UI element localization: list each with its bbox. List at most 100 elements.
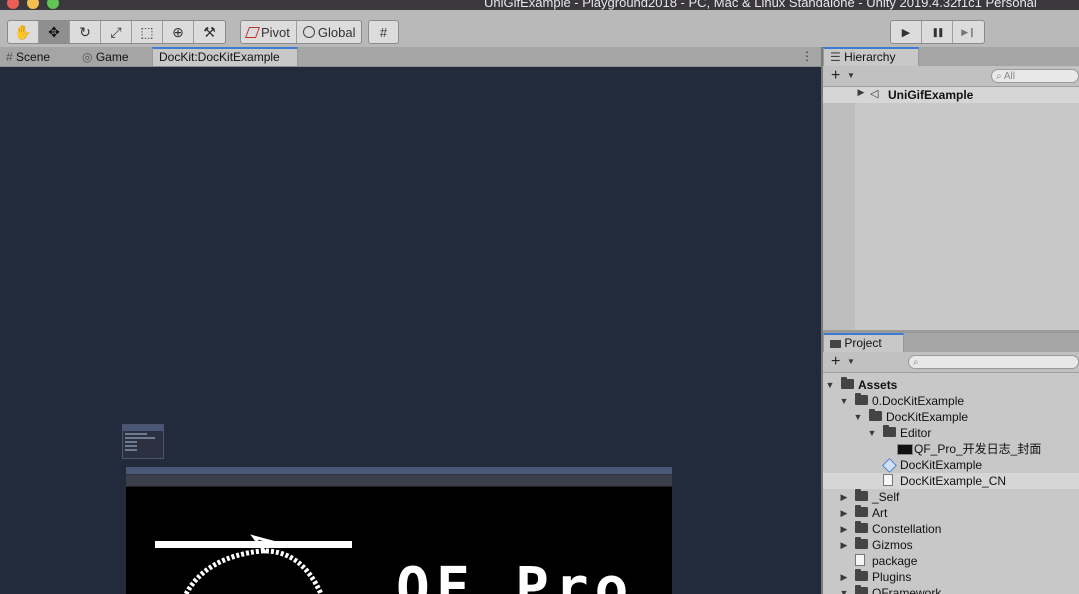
search-icon: ⌕ — [913, 357, 919, 368]
pivot-icon — [244, 26, 261, 38]
project-tree-label: DocKitExample — [886, 410, 969, 424]
rect-icon: ⬚ — [140, 23, 154, 40]
project-tree-row[interactable]: package — [823, 553, 1079, 569]
search-icon: ⌕ — [996, 71, 1002, 82]
expand-arrow-icon[interactable]: ▶ — [839, 569, 849, 585]
tab-game-label: Game — [95, 50, 129, 64]
mini-line — [125, 433, 147, 435]
project-tree-row[interactable]: ▶ Plugins — [823, 569, 1079, 585]
project-tree-row[interactable]: ▼ 0.DocKitExample — [823, 393, 1079, 409]
project-search-input[interactable]: ⌕ — [908, 355, 1079, 369]
project-tree-label: DocKitExample — [900, 458, 983, 472]
preview-window-subbar — [126, 475, 672, 487]
expand-arrow-icon[interactable]: ▶ — [839, 521, 849, 537]
hierarchy-item[interactable]: ▶ ◁ UniGifExample — [823, 87, 1079, 103]
project-tree-label: _Self — [872, 490, 900, 504]
mini-window-header — [123, 425, 163, 431]
hierarchy-toolbar: + ▼ ⌕ All — [823, 66, 1079, 87]
expand-arrow-icon[interactable]: ▶ — [856, 87, 866, 98]
pivot-toggle[interactable]: Pivot — [241, 21, 297, 43]
project-tree-label: 0.DocKitExample — [872, 394, 965, 408]
scale-icon: ⤢ — [110, 23, 122, 40]
list-icon: ☰ — [830, 50, 841, 64]
hierarchy-search-input[interactable]: ⌕ All — [991, 69, 1079, 83]
chevron-down-icon[interactable]: ▼ — [847, 71, 855, 80]
project-tree-row[interactable]: ▼ Editor — [823, 425, 1079, 441]
banner-text: QF Pro — [396, 556, 635, 594]
expand-arrow-icon[interactable]: ▶ — [839, 537, 849, 553]
play-icon: ▶ — [901, 26, 911, 39]
global-toggle[interactable]: Global — [297, 21, 362, 43]
add-icon[interactable]: + — [831, 353, 840, 371]
grid-snap-button[interactable]: # — [369, 21, 398, 43]
tools-icon: ⚒ — [203, 23, 216, 40]
project-tree-row[interactable]: ▼ Assets — [823, 377, 1079, 393]
mini-dock-window[interactable] — [122, 424, 164, 459]
preview-window-header — [126, 467, 672, 475]
project-tree-row[interactable]: ▼ DocKitExample — [823, 409, 1079, 425]
project-tree-row[interactable]: QF_Pro_开发日志_封面 — [823, 441, 1079, 457]
expand-arrow-icon[interactable]: ▶ — [839, 505, 849, 521]
move-icon: ✥ — [48, 23, 60, 40]
preview-window[interactable]: QF Pro — [126, 467, 672, 594]
hand-tool-button[interactable]: ✋ — [8, 21, 39, 43]
scale-tool-button[interactable]: ⤢ — [101, 21, 132, 43]
tab-project[interactable]: Project — [823, 333, 904, 352]
project-tree-row[interactable]: ▼ QFramework — [823, 585, 1079, 594]
mini-line — [125, 437, 155, 439]
minimize-window-button[interactable] — [27, 0, 39, 9]
project-tree-row[interactable]: ▶ Art — [823, 505, 1079, 521]
tab-project-label: Project — [844, 336, 882, 350]
collapse-arrow-icon[interactable]: ▼ — [839, 393, 849, 409]
pause-button[interactable]: ❚❚ — [922, 21, 953, 43]
tab-scene[interactable]: # Scene — [0, 47, 56, 66]
banner-ring — [183, 548, 324, 594]
project-tree-row[interactable]: DocKitExample — [823, 457, 1079, 473]
folder-icon — [883, 425, 896, 437]
add-icon[interactable]: + — [831, 67, 840, 85]
grid-snap-icon: # — [379, 24, 388, 40]
project-tree-label: Art — [872, 506, 888, 520]
dockkit-view: QF Pro — [0, 67, 821, 594]
maximize-window-button[interactable] — [47, 0, 59, 9]
collapse-arrow-icon[interactable]: ▼ — [867, 425, 877, 441]
tab-game[interactable]: ◎ Game — [76, 47, 135, 66]
rotate-tool-button[interactable]: ↻ — [70, 21, 101, 43]
tab-hierarchy-label: Hierarchy — [844, 50, 896, 64]
collapse-arrow-icon[interactable]: ▼ — [825, 377, 835, 393]
hierarchy-panel: ▶ ◁ UniGifExample — [823, 87, 1079, 330]
expand-arrow-icon[interactable]: ▶ — [839, 489, 849, 505]
mini-line — [125, 445, 137, 447]
pivot-group: Pivot Global — [240, 20, 363, 44]
move-tool-button[interactable]: ✥ — [39, 21, 70, 43]
project-panel: ▼ Assets ▼ 0.DocKitExample ▼ DocKitExample ▼ Ed… — [823, 373, 1079, 594]
chevron-down-icon[interactable]: ▼ — [847, 357, 855, 366]
hand-icon: ✋ — [14, 23, 32, 40]
collapse-arrow-icon[interactable]: ▼ — [839, 585, 849, 594]
tab-hierarchy[interactable]: ☰ Hierarchy — [823, 47, 919, 66]
project-tree-label: Editor — [900, 426, 932, 440]
pivot-label: Pivot — [261, 24, 290, 40]
close-window-button[interactable] — [7, 0, 19, 9]
step-button[interactable]: ▶❙ — [953, 21, 984, 43]
custom-tool-button[interactable]: ⚒ — [194, 21, 225, 43]
transform-tools-group: ✋ ✥ ↻ ⤢ ⬚ ⊕ ⚒ — [7, 20, 226, 44]
play-controls: ▶ ❚❚ ▶❙ — [890, 20, 985, 44]
folder-icon — [855, 521, 868, 533]
main-toolbar: ✋ ✥ ↻ ⤢ ⬚ ⊕ ⚒ Pivot Global # ▶ ❚❚ ▶❙ — [0, 10, 1079, 48]
rect-tool-button[interactable]: ⬚ — [132, 21, 163, 43]
project-tree-row[interactable]: DocKitExample_CN — [823, 473, 1079, 489]
project-tab-strip: Project — [823, 333, 1079, 353]
project-tree-row[interactable]: ▶ _Self — [823, 489, 1079, 505]
collapse-arrow-icon[interactable]: ▼ — [853, 409, 863, 425]
play-button[interactable]: ▶ — [891, 21, 922, 43]
project-tree-row[interactable]: ▶ Gizmos — [823, 537, 1079, 553]
project-tree-row[interactable]: ▶ Constellation — [823, 521, 1079, 537]
grid-icon: # — [6, 50, 13, 64]
pause-icon: ❚❚ — [931, 26, 944, 37]
mini-line — [125, 449, 137, 451]
tab-menu-icon[interactable]: ⋮ — [801, 49, 813, 63]
tab-dockkit[interactable]: DocKit:DocKitExample — [152, 47, 298, 66]
hierarchy-search-placeholder: All — [1003, 71, 1015, 82]
transform-tool-button[interactable]: ⊕ — [163, 21, 194, 43]
